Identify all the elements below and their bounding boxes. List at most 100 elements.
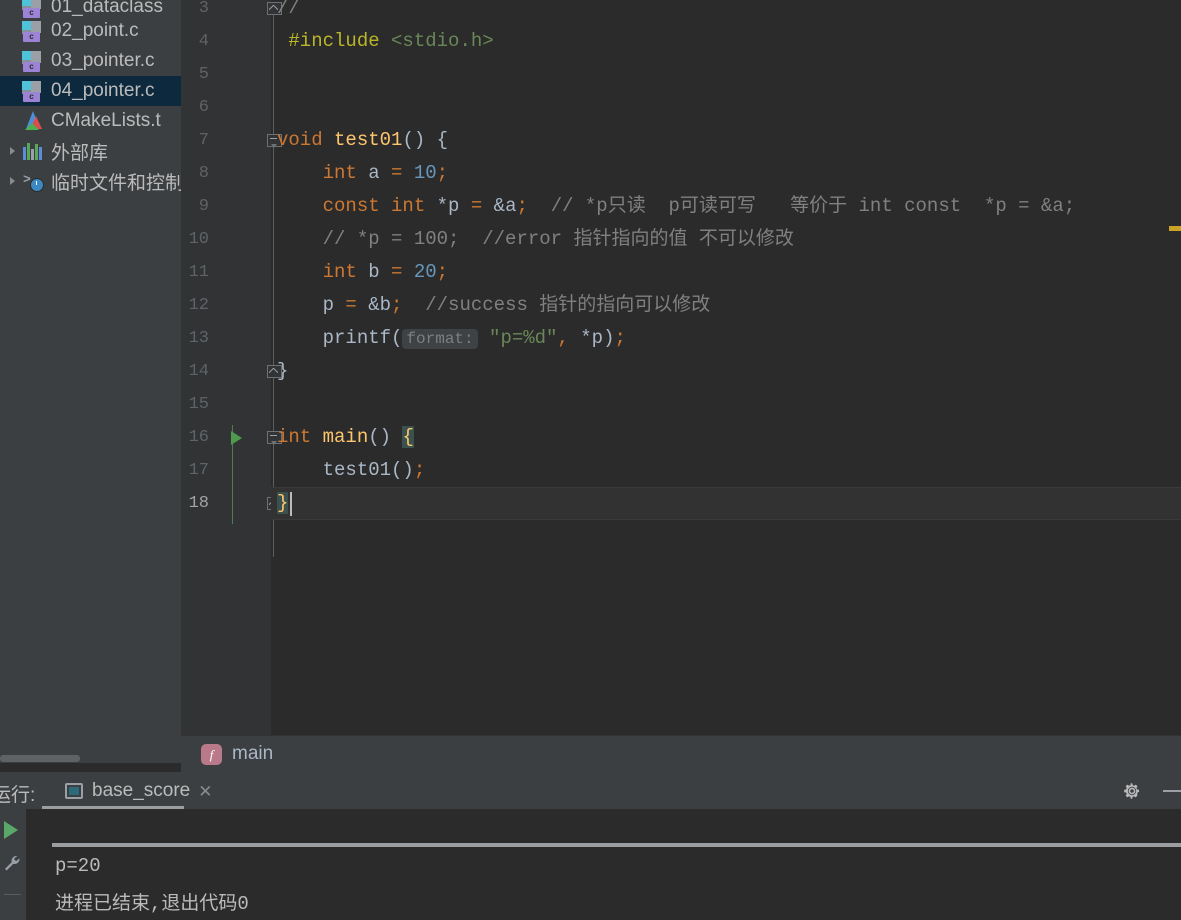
rerun-icon[interactable] — [4, 821, 18, 839]
line-number: 11 — [188, 263, 209, 282]
tree-item-4[interactable]: CMakeLists.t — [0, 106, 181, 136]
code-token: <stdio.h> — [391, 30, 494, 52]
chevron-right-icon[interactable] — [8, 175, 20, 187]
code-token: &a — [482, 195, 517, 217]
code-line[interactable]: int main() { — [277, 421, 414, 454]
run-tab-base-score[interactable]: base_score ✕ — [55, 775, 222, 807]
c-file-icon: c — [22, 20, 44, 42]
editor-code-area[interactable]: // #include <stdio.h> void test01() { int… — [271, 0, 1181, 735]
code-token: ; — [436, 261, 449, 283]
line-number: 8 — [198, 164, 209, 183]
tree-item-2[interactable]: c 03_pointer.c — [0, 46, 181, 76]
console-top-scrollbar[interactable] — [52, 843, 1181, 847]
run-tool-window[interactable]: 运行: base_score ✕ p=20 进程已结束,退出代码0 — [0, 772, 1181, 920]
code-token: void — [277, 129, 335, 151]
tree-item-label: 03_pointer.c — [51, 50, 155, 71]
code-token: () — [368, 426, 403, 448]
text-caret — [290, 492, 292, 516]
tree-item-label: CMakeLists.t — [51, 110, 161, 131]
run-gutter-icon[interactable] — [231, 431, 242, 445]
console-tab-icon — [65, 783, 83, 799]
code-line[interactable]: } — [277, 355, 288, 388]
code-token: int — [322, 261, 357, 283]
run-console-output[interactable]: p=20 进程已结束,退出代码0 — [26, 809, 1181, 920]
code-token: { — [402, 426, 414, 448]
code-token: = — [391, 261, 403, 283]
warning-marker-stripe[interactable] — [1169, 226, 1181, 231]
parameter-hint: format: — [402, 329, 478, 349]
code-token: "p=%d" — [489, 327, 558, 349]
scratches-icon: >_ — [22, 171, 44, 192]
code-token: ; — [614, 327, 626, 349]
external-libraries-icon — [22, 142, 44, 160]
code-line[interactable]: int a = 10; — [277, 157, 448, 190]
tree-item-5[interactable]: 外部库 — [0, 136, 181, 166]
tree-item-label: 04_pointer.c — [51, 80, 155, 101]
line-number: 4 — [198, 32, 209, 51]
code-line[interactable]: p = &b; //success 指针的指向可以修改 — [277, 289, 711, 322]
line-number: 6 — [198, 98, 209, 117]
breadcrumb-label[interactable]: main — [232, 743, 273, 765]
current-line-highlight — [271, 487, 1181, 520]
code-line[interactable]: void test01() { — [277, 124, 448, 157]
code-token: 10 — [413, 162, 437, 184]
editor-gutter[interactable]: 3 4 5 6 7 8 9 10 11 12 13 14 15 16 17 18 — [181, 0, 282, 735]
line-number: 15 — [188, 395, 209, 414]
project-tree-sidebar[interactable]: c 01_dataclass c 02_point.c c 03_pointer.c c 04… — [0, 0, 181, 760]
code-line[interactable]: #include <stdio.h> — [277, 25, 494, 58]
sidebar-scrollbar-thumb[interactable] — [0, 755, 80, 762]
code-line[interactable]: int b = 20; — [277, 256, 448, 289]
code-token: //success 指针的指向可以修改 — [402, 294, 711, 316]
wrench-icon[interactable] — [2, 853, 22, 873]
code-token: ; — [436, 162, 449, 184]
run-panel-title: 运行: — [0, 785, 36, 806]
tree-item-6[interactable]: >_ 临时文件和控制台 — [0, 166, 181, 196]
code-token: () { — [402, 129, 449, 151]
code-token: } — [277, 360, 289, 382]
code-token: } — [277, 492, 289, 514]
code-token: p — [277, 294, 346, 316]
code-line[interactable]: const int *p = &a; // *p只读 p可读可写 等价于 int… — [277, 190, 1076, 223]
code-line[interactable]: test01(); — [277, 454, 426, 487]
cmake-icon — [22, 110, 44, 132]
code-token: , — [557, 327, 569, 349]
code-editor[interactable]: 3 4 5 6 7 8 9 10 11 12 13 14 15 16 17 18 // #include <s… — [181, 0, 1181, 735]
chevron-right-icon[interactable] — [8, 145, 20, 157]
code-token: a — [356, 162, 392, 184]
code-line[interactable]: printf(format: "p=%d", *p); — [277, 322, 626, 355]
run-panel-left-toolbar[interactable] — [0, 809, 26, 920]
code-token: // — [277, 0, 300, 19]
code-line[interactable]: // — [277, 0, 300, 25]
code-token: test01() — [277, 459, 414, 481]
run-panel-header: 运行: base_score ✕ — [0, 772, 1181, 809]
tree-item-label: 临时文件和控制台 — [51, 172, 181, 194]
line-number: 7 — [198, 131, 209, 150]
code-token: 20 — [413, 261, 437, 283]
code-line[interactable]: // *p = 100; //error 指针指向的值 不可以修改 — [277, 223, 794, 256]
breadcrumb[interactable]: f main — [181, 735, 1181, 772]
code-line[interactable]: } — [277, 487, 289, 520]
toolbar-separator — [4, 894, 21, 895]
code-token: // *p = 100; //error 指针指向的值 不可以修改 — [277, 228, 794, 250]
sidebar-horizontal-scrollbar[interactable] — [0, 754, 181, 763]
console-output-line: p=20 — [55, 855, 101, 877]
code-token: b — [356, 261, 392, 283]
tree-item-1[interactable]: c 02_point.c — [0, 16, 181, 46]
line-number: 9 — [198, 197, 209, 216]
gear-icon[interactable] — [1122, 781, 1142, 801]
tree-item-3[interactable]: c 04_pointer.c — [0, 76, 181, 106]
line-number: 5 — [198, 65, 209, 84]
close-icon[interactable]: ✕ — [198, 783, 212, 800]
code-token: = — [470, 195, 483, 217]
minimize-icon[interactable] — [1163, 790, 1181, 792]
code-token: *p — [436, 195, 471, 217]
code-token: ; — [413, 459, 426, 481]
